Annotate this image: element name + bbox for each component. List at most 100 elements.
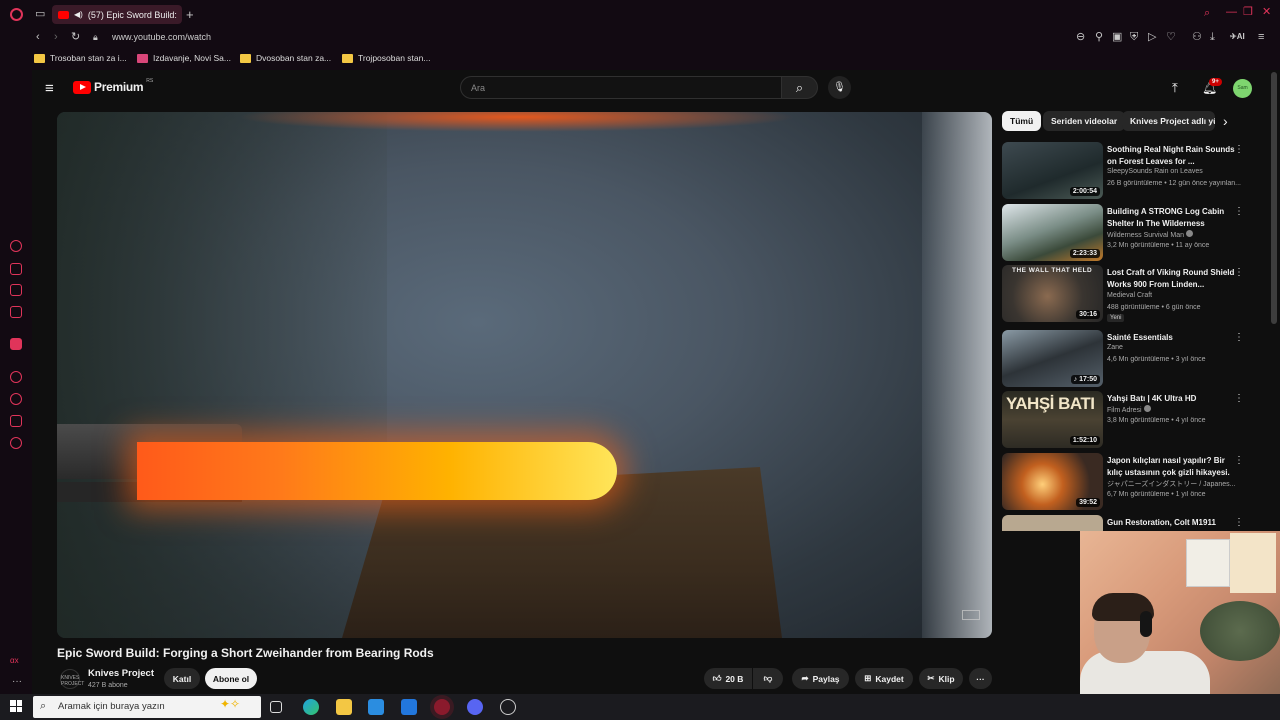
more-vert-icon[interactable]: ⋮ (1234, 393, 1244, 404)
more-actions-button[interactable]: ··· (969, 668, 992, 689)
discord-icon[interactable] (467, 699, 483, 715)
bookmark-item[interactable]: Trosoban stan za i... (34, 53, 127, 63)
search-button[interactable]: ⌕ (781, 76, 818, 99)
aria-icon[interactable] (10, 240, 22, 252)
more-dots-icon[interactable]: ··· (12, 676, 22, 687)
hamburger-menu-icon[interactable]: ≡ (45, 80, 54, 97)
share-button[interactable]: ➦ Paylaş (792, 668, 849, 689)
mail-icon[interactable] (10, 306, 22, 318)
zoom-icon[interactable]: ⊖ (1076, 32, 1085, 43)
history-icon[interactable] (10, 393, 22, 405)
maximize-icon[interactable]: ❐ (1243, 7, 1253, 18)
profile-icon[interactable]: ⚇ (1192, 32, 1202, 43)
file-explorer-icon[interactable] (336, 699, 352, 715)
like-button[interactable]: 👍︎ 20 B (704, 668, 752, 689)
taskbar-search-icon: ⌕ (40, 700, 47, 712)
edge-icon[interactable] (303, 699, 319, 715)
back-icon[interactable]: ‹ (36, 32, 40, 43)
opera-logo-icon[interactable] (10, 8, 23, 21)
speaker-icon[interactable]: ◀) (74, 10, 83, 19)
windows-start-icon[interactable] (10, 700, 22, 712)
recommendation-item[interactable]: ♪ 17:50 Sainté Essentials Zane 4,6 Mn gö… (1002, 330, 1252, 388)
youtube-play-logo-icon (73, 80, 91, 94)
gx-label[interactable]: αx (10, 656, 19, 665)
recommendation-item[interactable]: THE WALL THAT HELD 30:16 Lost Craft of Vi… (1002, 265, 1252, 323)
crypto-wallet-icon[interactable] (10, 263, 22, 275)
video-thumbnail[interactable]: YAHŞİ BATI 1:52:10 (1002, 391, 1103, 448)
video-thumbnail[interactable]: THE WALL THAT HELD 30:16 (1002, 265, 1103, 322)
menu-icon[interactable]: ≡ (1258, 32, 1264, 43)
more-vert-icon[interactable]: ⋮ (1234, 332, 1244, 343)
pin-icon[interactable]: ⚲ (1095, 32, 1103, 43)
mail-app-icon[interactable] (401, 699, 417, 715)
forward-icon[interactable]: › (54, 32, 58, 43)
join-label: Katıl (172, 673, 192, 684)
shield-icon[interactable]: ⛨ (1130, 32, 1138, 43)
channel-watermark[interactable] (962, 610, 980, 620)
url-text[interactable]: www.youtube.com/watch (112, 32, 211, 42)
ai-label: AI (1236, 32, 1245, 41)
ai-button[interactable]: ✈AI (1230, 32, 1245, 41)
new-tab-icon[interactable]: + (186, 8, 194, 21)
chip-channel[interactable]: Knives Project adlı yü (1122, 111, 1215, 131)
voice-search-button[interactable]: 🎙︎ (828, 76, 851, 99)
recommendation-item[interactable]: Gun Restoration, Colt M1911 ⋮ (1002, 515, 1252, 531)
app-icon[interactable] (500, 699, 516, 715)
video-player[interactable] (57, 112, 992, 638)
more-dots-icon: ··· (976, 673, 985, 684)
more-vert-icon[interactable]: ⋮ (1234, 206, 1244, 217)
bookmark-item[interactable]: Dvosoban stan za... (240, 53, 331, 63)
sparkle-icon[interactable]: ✦✧ (220, 697, 240, 711)
more-vert-icon[interactable]: ⋮ (1234, 267, 1244, 278)
account-avatar[interactable]: Sam (1233, 79, 1252, 98)
opera-gx-icon[interactable] (434, 699, 450, 715)
browser-tab-bar: ▭ ◀) (57) Epic Sword Build: + ⌕ — ❐ ✕ (0, 0, 1280, 29)
upload-icon[interactable]: ⤒ (1172, 80, 1178, 96)
dislike-button[interactable]: 👎︎ (753, 668, 783, 689)
snapshot-icon[interactable]: ▣ (1112, 32, 1122, 43)
chip-all[interactable]: Tümü (1002, 111, 1042, 131)
more-vert-icon[interactable]: ⋮ (1234, 144, 1244, 155)
recommendation-item[interactable]: 39:52 Japon kılıçları nasıl yapılır? Bir… (1002, 453, 1252, 511)
messenger-icon[interactable] (10, 284, 22, 296)
save-button[interactable]: ⊞ Kaydet (855, 668, 913, 689)
chip-series[interactable]: Seriden videolar (1043, 111, 1126, 131)
video-thumbnail[interactable] (1002, 515, 1103, 531)
extensions-icon[interactable] (10, 415, 22, 427)
download-icon[interactable]: ⤓ (1210, 32, 1215, 43)
settings-icon[interactable] (10, 437, 22, 449)
video-thumbnail[interactable]: ♪ 17:50 (1002, 330, 1103, 387)
video-thumbnail[interactable]: 39:52 (1002, 453, 1103, 510)
chips-next-icon[interactable]: › (1223, 113, 1228, 129)
recommendation-item[interactable]: 2:23:33 Building A STRONG Log Cabin Shel… (1002, 204, 1252, 262)
recommendation-item[interactable]: 2:00:54 Soothing Real Night Rain Sounds … (1002, 142, 1252, 200)
channel-name[interactable]: Knives Project (88, 668, 154, 679)
youtube-logo[interactable]: Premium RS (73, 78, 153, 94)
minimize-icon[interactable]: — (1226, 7, 1237, 18)
active-tab[interactable]: ◀) (57) Epic Sword Build: (52, 5, 182, 24)
bookmark-item[interactable]: Izdavanje, Novi Sa... (137, 53, 231, 63)
twitch-icon[interactable] (10, 338, 22, 350)
more-vert-icon[interactable]: ⋮ (1234, 517, 1244, 528)
video-thumbnail[interactable]: 2:23:33 (1002, 204, 1103, 261)
reload-icon[interactable]: ↻ (71, 32, 80, 43)
channel-avatar[interactable]: KNIVES PROJECT (60, 669, 84, 689)
search-tabs-icon[interactable]: ⌕ (1204, 8, 1210, 19)
store-icon[interactable] (368, 699, 384, 715)
player-icon[interactable] (10, 371, 22, 383)
task-view-icon[interactable] (270, 701, 282, 713)
bookmark-item[interactable]: Trojposoban stan... (342, 53, 430, 63)
video-thumbnail[interactable]: 2:00:54 (1002, 142, 1103, 199)
heart-icon[interactable]: ♡ (1166, 32, 1176, 43)
person-shirt (1080, 651, 1210, 694)
join-button[interactable]: Katıl (164, 668, 200, 689)
subscribe-button[interactable]: Abone ol (205, 668, 257, 689)
close-window-icon[interactable]: ✕ (1262, 7, 1271, 18)
more-vert-icon[interactable]: ⋮ (1234, 455, 1244, 466)
clip-button[interactable]: ✂ Klip (919, 668, 963, 689)
page-scrollbar[interactable] (1271, 72, 1277, 324)
search-input[interactable]: Ara (460, 76, 782, 99)
play-icon[interactable]: ▷ (1148, 32, 1156, 43)
recommendation-item[interactable]: YAHŞİ BATI 1:52:10 Yahşi Batı | 4K Ultra … (1002, 391, 1252, 449)
tab-overview-icon[interactable]: ▭ (35, 9, 45, 20)
